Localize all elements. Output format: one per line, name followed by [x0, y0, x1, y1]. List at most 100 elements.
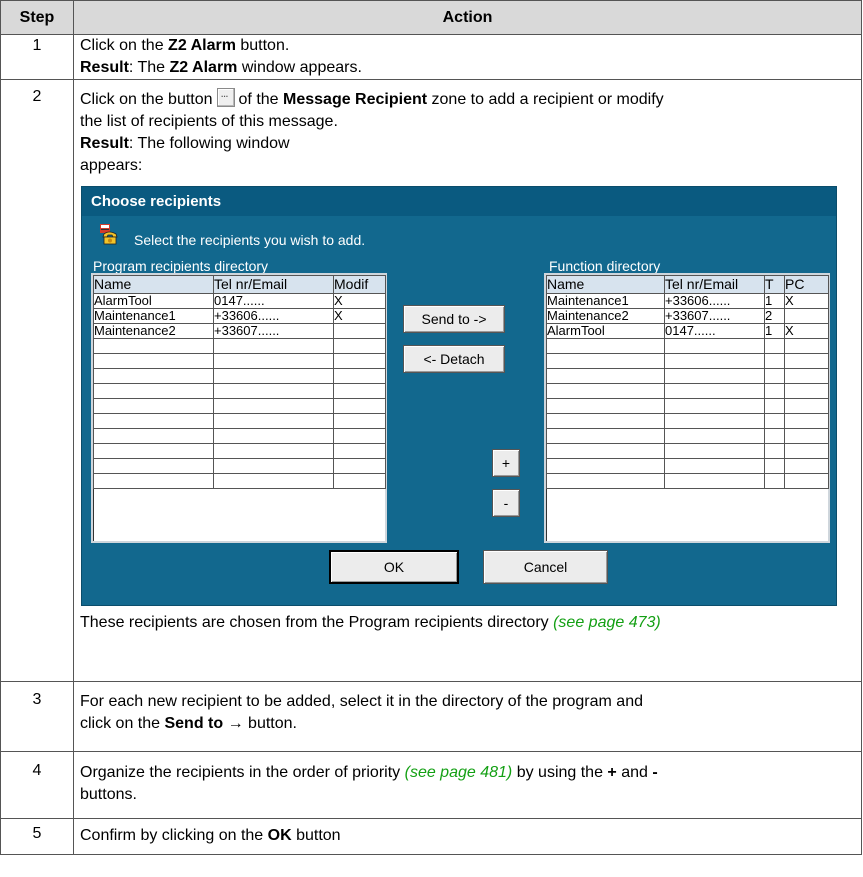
list-item[interactable]: [546, 383, 829, 399]
column-header[interactable]: Tel nr/Email: [213, 275, 334, 294]
list-item[interactable]: [93, 443, 386, 459]
list-cell: +33606......: [213, 308, 334, 324]
step-line: Click on the Z2 Alarm button.: [80, 35, 855, 57]
send-to-button[interactable]: Send to ->: [403, 305, 505, 333]
list-cell: [93, 338, 214, 354]
list-item[interactable]: AlarmTool 0147...... X: [93, 293, 386, 309]
list-cell: [784, 338, 829, 354]
list-cell: [764, 473, 785, 489]
list-cell: AlarmTool: [546, 323, 665, 339]
list-cell: [213, 353, 334, 369]
column-header[interactable]: PC: [784, 275, 829, 294]
step-number-text: 2: [32, 88, 42, 105]
step-number-text: 4: [32, 762, 42, 779]
list-item[interactable]: [546, 353, 829, 369]
list-cell: [546, 413, 665, 429]
list-item[interactable]: AlarmTool 0147...... 1 X: [546, 323, 829, 339]
list-item[interactable]: [93, 413, 386, 429]
list-cell: [546, 368, 665, 384]
list-cell: [764, 338, 785, 354]
list-cell: [784, 428, 829, 444]
list-cell: [546, 383, 665, 399]
list-item[interactable]: [546, 428, 829, 444]
step-number-text: 5: [32, 825, 42, 842]
list-cell: X: [333, 293, 386, 309]
text: by using the: [512, 764, 608, 781]
step-action: Organize the recipients in the order of …: [73, 751, 862, 819]
step-line: the list of recipients of this message.: [80, 113, 338, 130]
column-header[interactable]: T: [764, 275, 785, 294]
list-cell: 2: [764, 308, 785, 324]
move-down-minus-button[interactable]: -: [492, 489, 520, 517]
page-link[interactable]: (see page 473): [553, 614, 661, 631]
bold-text: OK: [267, 827, 292, 844]
list-cell: AlarmTool: [93, 293, 214, 309]
list-item[interactable]: [546, 368, 829, 384]
list-header-row: Name Tel nr/Email Modif: [93, 275, 386, 294]
text: and: [616, 764, 653, 781]
list-cell: [664, 443, 765, 459]
list-cell: [546, 338, 665, 354]
list-cell: Maintenance1: [546, 293, 665, 309]
list-item[interactable]: [546, 443, 829, 459]
step-action: Confirm by clicking on the OK button: [73, 818, 862, 855]
list-cell: [333, 353, 386, 369]
list-cell: [764, 428, 785, 444]
list-cell: [93, 353, 214, 369]
detach-button[interactable]: <- Detach: [403, 345, 505, 373]
list-item[interactable]: [93, 353, 386, 369]
text: of the: [238, 91, 284, 108]
list-item[interactable]: [546, 458, 829, 474]
list-item[interactable]: Maintenance2 +33607...... 2: [546, 308, 829, 324]
step-number: 5: [0, 818, 74, 855]
list-item[interactable]: Maintenance1 +33606...... 1 X: [546, 293, 829, 309]
list-cell: [93, 398, 214, 414]
text: Click on the: [80, 37, 169, 54]
list-cell: [93, 383, 214, 399]
ok-button[interactable]: OK: [329, 550, 459, 584]
text: button.: [243, 715, 297, 732]
list-item[interactable]: [93, 398, 386, 414]
dialog-title: Choose recipients: [82, 187, 836, 216]
program-recipients-list[interactable]: Name Tel nr/Email Modif AlarmTool 0147......…: [91, 273, 387, 543]
column-header[interactable]: Name: [546, 275, 665, 294]
right-arrow-icon: →: [223, 715, 244, 732]
column-header[interactable]: Tel nr/Email: [664, 275, 765, 294]
table-header-row: Step Action: [0, 0, 862, 35]
bold-text: +: [607, 764, 617, 781]
list-item[interactable]: [93, 473, 386, 489]
list-cell: [764, 383, 785, 399]
list-item[interactable]: [93, 428, 386, 444]
function-directory-list[interactable]: Name Tel nr/Email T PC Maintenance1 +33606...…: [544, 273, 830, 543]
list-cell: Maintenance2: [93, 323, 214, 339]
column-header[interactable]: Name: [93, 275, 214, 294]
bold-text: Send to: [164, 715, 224, 732]
list-item[interactable]: [93, 338, 386, 354]
step-line: appears:: [80, 157, 143, 174]
list-cell: [213, 398, 334, 414]
move-up-plus-button[interactable]: +: [492, 449, 520, 477]
list-cell: [664, 353, 765, 369]
list-item[interactable]: [546, 338, 829, 354]
column-header[interactable]: Modif: [333, 275, 386, 294]
list-item[interactable]: [546, 473, 829, 489]
list-cell: [333, 458, 386, 474]
list-cell: [546, 443, 665, 459]
bold-text: -: [652, 764, 658, 781]
text: : The following window: [128, 135, 290, 152]
list-cell: [664, 368, 765, 384]
list-item[interactable]: Maintenance2 +33607......: [93, 323, 386, 339]
cancel-button[interactable]: Cancel: [483, 550, 608, 584]
list-item[interactable]: [546, 413, 829, 429]
list-item[interactable]: [546, 398, 829, 414]
list-item[interactable]: [93, 368, 386, 384]
list-item[interactable]: [93, 458, 386, 474]
list-cell: [333, 383, 386, 399]
step-number-text: 3: [32, 691, 42, 708]
bold-text: Z2 Alarm: [168, 37, 236, 54]
page-link[interactable]: (see page 481): [405, 764, 513, 781]
list-item[interactable]: Maintenance1 +33606...... X: [93, 308, 386, 324]
list-cell: [213, 458, 334, 474]
list-item[interactable]: [93, 383, 386, 399]
text: zone to add a recipient or modify: [427, 91, 664, 108]
